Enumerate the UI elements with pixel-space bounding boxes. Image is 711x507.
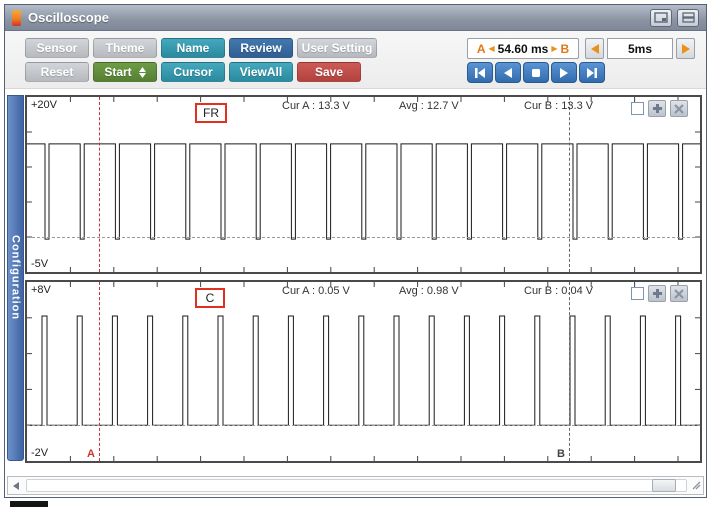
resize-grip-icon: [692, 481, 700, 490]
timebase-value[interactable]: 5ms: [607, 38, 673, 59]
skip-last-icon: [587, 67, 597, 78]
stop-button[interactable]: [523, 62, 549, 83]
add-channel-button[interactable]: [648, 100, 666, 117]
cursor-button[interactable]: Cursor: [161, 62, 225, 82]
channel-checkbox[interactable]: [631, 102, 644, 115]
scale-max-label: +8V: [31, 284, 51, 296]
back-icon: [504, 67, 512, 78]
play-icon: [560, 67, 568, 78]
scrollbar-thumb[interactable]: [652, 479, 676, 492]
review-button[interactable]: Review: [229, 38, 293, 58]
reset-button[interactable]: Reset: [25, 62, 89, 82]
sensor-button[interactable]: Sensor: [25, 38, 89, 58]
toolbar: Sensor Theme Name Review User Setting Re…: [5, 31, 706, 89]
cursor-a-stat: Cur A : 0.05 V: [282, 285, 350, 297]
zero-volt-gridline: [27, 425, 700, 427]
save-button[interactable]: Save: [297, 62, 361, 82]
timebase-decrease-button[interactable]: [585, 38, 604, 59]
close-icon: [674, 288, 684, 299]
viewall-button[interactable]: ViewAll: [229, 62, 293, 82]
close-channel-button[interactable]: [670, 100, 688, 117]
cursor-a-line[interactable]: [99, 282, 100, 461]
window-list-button[interactable]: [677, 8, 699, 27]
channel-name-badge[interactable]: FR: [195, 103, 227, 123]
window-panel-button[interactable]: [650, 8, 672, 27]
theme-button[interactable]: Theme: [93, 38, 157, 58]
left-triangle-icon: ◀: [488, 44, 495, 53]
configuration-tab[interactable]: Configuration: [7, 95, 24, 461]
cursor-b-stat: Cur B : 13.3 V: [524, 100, 594, 112]
app-icon: [12, 9, 21, 26]
cursor-b-stat: Cur B : 0.04 V: [524, 285, 594, 297]
channel-panel-c: +8V C Cur A : 0.05 V Avg : 0.98 V Cur B …: [25, 280, 702, 463]
waveform-plot-fr: [27, 97, 700, 272]
scale-max-label: +20V: [31, 99, 57, 111]
user-setting-button[interactable]: User Setting: [297, 38, 377, 58]
start-button[interactable]: Start: [93, 62, 157, 82]
skip-first-button[interactable]: [467, 62, 493, 83]
scale-min-label: -2V: [31, 447, 49, 459]
start-spinner-icon: [138, 66, 146, 78]
scope-display-area: Configuration +20V FR Cur A : 13.3 V Avg…: [5, 89, 706, 476]
title-bar: Oscilloscope: [5, 5, 706, 31]
skip-first-icon: [475, 67, 485, 78]
cursor-a-line[interactable]: [99, 97, 100, 272]
timebase-increase-button[interactable]: [676, 38, 695, 59]
cursor-b-tag: B: [560, 41, 570, 56]
play-button[interactable]: [551, 62, 577, 83]
step-back-button[interactable]: [495, 62, 521, 83]
cropped-taskbar-fragment: [10, 501, 48, 507]
skip-last-button[interactable]: [579, 62, 605, 83]
name-button[interactable]: Name: [161, 38, 225, 58]
plus-icon: [652, 104, 662, 113]
playback-controls: [467, 62, 605, 83]
cursor-b-label: B: [557, 448, 565, 460]
cursor-a-label: A: [87, 448, 95, 460]
add-channel-button[interactable]: [648, 285, 666, 302]
window-title: Oscilloscope: [28, 10, 109, 25]
close-icon: [674, 103, 684, 114]
channel-checkbox[interactable]: [631, 287, 644, 300]
avg-stat: Avg : 0.98 V: [399, 285, 459, 297]
cursor-b-line[interactable]: [569, 97, 570, 272]
scroll-resize-handle[interactable]: [689, 477, 703, 494]
horizontal-scrollbar[interactable]: [7, 476, 704, 495]
scrollbar-track[interactable]: [26, 479, 687, 492]
oscilloscope-window: Oscilloscope Sensor Theme Name Review Us…: [4, 4, 707, 498]
scroll-left-button[interactable]: [8, 477, 24, 494]
cursor-a-stat: Cur A : 13.3 V: [282, 100, 350, 112]
cursor-delta-time: 54.60 ms: [497, 41, 549, 56]
left-arrow-icon: [13, 481, 19, 490]
cursor-a-tag: A: [476, 41, 486, 56]
channel-name-badge[interactable]: C: [195, 288, 225, 308]
avg-stat: Avg : 12.7 V: [399, 100, 459, 112]
plus-icon: [652, 289, 662, 298]
cursor-time-readout: A ◀ 54.60 ms ▶ B: [467, 38, 579, 59]
zero-volt-gridline: [27, 237, 700, 238]
right-triangle-icon: ▶: [551, 44, 558, 53]
panel-layout-icon: [654, 12, 668, 23]
stop-icon: [532, 68, 540, 77]
stacked-bars-icon: [681, 12, 695, 23]
right-arrow-icon: [681, 43, 690, 54]
left-arrow-icon: [590, 43, 599, 54]
scale-min-label: -5V: [31, 258, 49, 270]
configuration-tab-label: Configuration: [9, 235, 22, 321]
channel-panel-fr: +20V FR Cur A : 13.3 V Avg : 12.7 V Cur …: [25, 95, 702, 274]
cursor-b-line[interactable]: [569, 282, 570, 461]
start-button-label: Start: [104, 65, 132, 79]
close-channel-button[interactable]: [670, 285, 688, 302]
waveform-plot-c: [27, 282, 700, 461]
